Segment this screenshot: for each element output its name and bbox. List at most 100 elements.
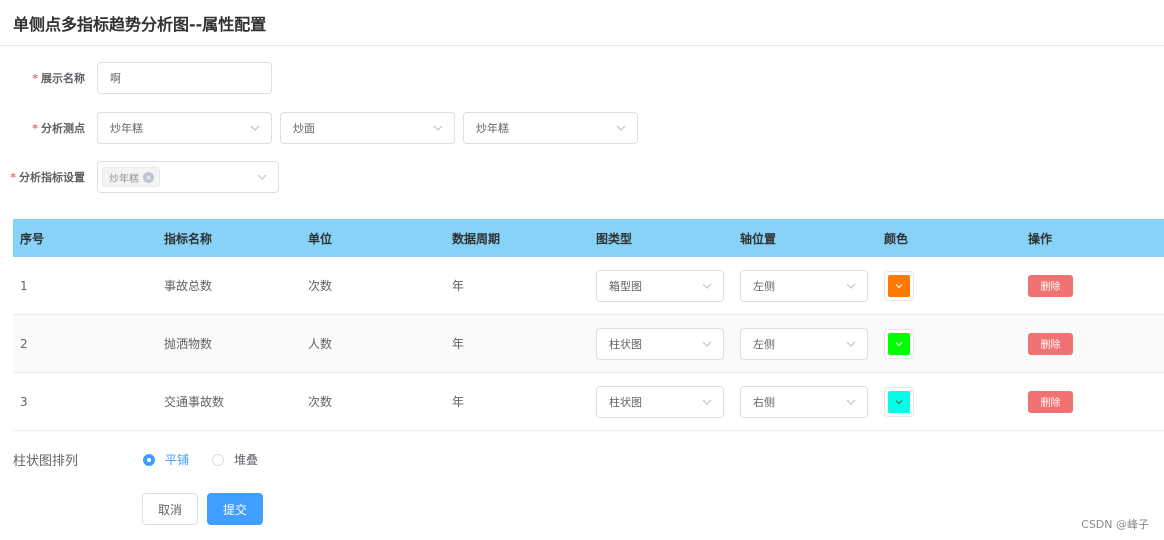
axis-cell: 左侧 — [733, 269, 877, 302]
chevron-down-icon — [701, 338, 713, 350]
radio-label: 堆叠 — [234, 453, 259, 467]
action-cell: 删除 — [1021, 274, 1164, 297]
submit-button[interactable]: 提交 — [207, 493, 263, 525]
close-icon[interactable]: × — [143, 171, 154, 183]
analysis-point-select-1[interactable]: 炒年糕 — [97, 112, 272, 144]
required-mark: * — [32, 72, 38, 85]
row-period: 年 — [452, 279, 465, 293]
row-name: 交通事故数 — [164, 395, 225, 409]
select-value: 左侧 — [753, 337, 775, 351]
analysis-point-select-2[interactable]: 炒面 — [280, 112, 455, 144]
chevron-down-icon — [249, 122, 261, 134]
row-period: 年 — [452, 337, 465, 351]
axis-cell: 右侧 — [733, 385, 877, 418]
radio-label: 平铺 — [165, 453, 190, 467]
header-axis: 轴位置 — [740, 231, 777, 246]
color-cell — [877, 270, 1021, 301]
indicator-settings-label: * 分析指标设置 — [10, 171, 85, 184]
header-unit: 单位 — [308, 231, 333, 246]
indicator-multi-select[interactable]: 炒年糕 × — [97, 161, 279, 193]
analysis-points-label: * 分析测点 — [32, 122, 85, 135]
table-row: 2 抛洒物数 人数 年 柱状图 左侧 删除 — [13, 315, 1164, 373]
select-value: 柱状图 — [609, 337, 642, 351]
tag-label: 炒年糕 — [109, 173, 139, 185]
table-row: 3 交通事故数 次数 年 柱状图 右侧 删除 — [13, 373, 1164, 431]
row-name: 抛洒物数 — [164, 337, 213, 351]
indicator-settings-row: * 分析指标设置 炒年糕 × — [0, 161, 279, 193]
header-action: 操作 — [1028, 231, 1053, 246]
row-period: 年 — [452, 395, 465, 409]
chart-type-select[interactable]: 柱状图 — [596, 327, 724, 360]
delete-button[interactable]: 删除 — [1028, 332, 1073, 355]
axis-select[interactable]: 左侧 — [740, 327, 868, 360]
radio-stack[interactable]: 堆叠 — [212, 451, 258, 468]
header-chart-type: 图类型 — [596, 231, 633, 246]
display-name-value: 啊 — [110, 72, 121, 85]
chart-type-cell: 柱状图 — [589, 385, 733, 418]
header-color: 颜色 — [884, 231, 909, 246]
color-swatch — [888, 332, 910, 355]
chevron-down-icon — [895, 283, 903, 288]
radio-dot[interactable] — [212, 453, 225, 466]
select-value: 右侧 — [753, 395, 775, 409]
chart-type-select[interactable]: 箱型图 — [596, 269, 724, 302]
row-name: 事故总数 — [164, 279, 213, 293]
delete-button[interactable]: 删除 — [1028, 274, 1073, 297]
row-index: 3 — [20, 394, 28, 409]
indicator-tag: 炒年糕 × — [102, 167, 160, 187]
chevron-down-icon — [701, 280, 713, 292]
row-index: 1 — [20, 278, 28, 293]
action-cell: 删除 — [1021, 390, 1164, 413]
radio-dot[interactable] — [143, 453, 155, 466]
required-mark: * — [32, 122, 38, 135]
chevron-down-icon — [615, 122, 627, 134]
color-picker[interactable] — [884, 328, 914, 359]
select-value: 左侧 — [753, 279, 775, 293]
indicator-table: 序号 指标名称 单位 数据周期 图类型 轴位置 颜色 操作 1 事故总数 次数 … — [13, 219, 1164, 431]
header-name: 指标名称 — [164, 231, 213, 246]
chart-type-cell: 柱状图 — [589, 327, 733, 360]
page-header: 单侧点多指标趋势分析图--属性配置 — [0, 0, 1164, 46]
analysis-points-row: * 分析测点 炒年糕 炒面 炒年糕 — [0, 112, 638, 144]
bar-arrangement-row: 柱状图排列 平铺 堆叠 — [13, 450, 281, 469]
watermark: CSDN @峰子 — [1081, 518, 1149, 531]
table-row: 1 事故总数 次数 年 箱型图 左侧 删除 — [13, 257, 1164, 315]
display-name-label: * 展示名称 — [32, 72, 85, 85]
chevron-down-icon — [432, 122, 444, 134]
cancel-button[interactable]: 取消 — [142, 493, 198, 525]
analysis-point-select-3[interactable]: 炒年糕 — [463, 112, 638, 144]
delete-button[interactable]: 删除 — [1028, 390, 1073, 413]
select-value: 炒年糕 — [476, 122, 509, 135]
chevron-down-icon — [256, 171, 268, 183]
color-swatch — [888, 390, 910, 413]
select-value: 炒年糕 — [110, 122, 143, 135]
color-picker[interactable] — [884, 386, 914, 417]
chart-type-select[interactable]: 柱状图 — [596, 385, 724, 418]
display-name-row: * 展示名称 啊 — [0, 62, 272, 94]
row-index: 2 — [20, 336, 28, 351]
chevron-down-icon — [845, 280, 857, 292]
radio-tile[interactable]: 平铺 — [143, 451, 189, 468]
required-mark: * — [10, 171, 16, 184]
chart-type-cell: 箱型图 — [589, 269, 733, 302]
action-cell: 删除 — [1021, 332, 1164, 355]
row-unit: 次数 — [308, 279, 333, 293]
chevron-down-icon — [845, 338, 857, 350]
header-period: 数据周期 — [452, 231, 501, 246]
table-header: 序号 指标名称 单位 数据周期 图类型 轴位置 颜色 操作 — [13, 219, 1164, 257]
row-unit: 次数 — [308, 395, 333, 409]
chevron-down-icon — [895, 341, 903, 346]
axis-cell: 左侧 — [733, 327, 877, 360]
color-picker[interactable] — [884, 270, 914, 301]
row-unit: 人数 — [308, 337, 333, 351]
display-name-input[interactable]: 啊 — [97, 62, 272, 94]
axis-select[interactable]: 左侧 — [740, 269, 868, 302]
select-value: 炒面 — [293, 122, 315, 135]
bar-arrangement-label: 柱状图排列 — [13, 454, 79, 469]
color-swatch — [888, 274, 910, 297]
header-index: 序号 — [20, 231, 45, 246]
axis-select[interactable]: 右侧 — [740, 385, 868, 418]
chevron-down-icon — [845, 396, 857, 408]
chevron-down-icon — [701, 396, 713, 408]
color-cell — [877, 386, 1021, 417]
